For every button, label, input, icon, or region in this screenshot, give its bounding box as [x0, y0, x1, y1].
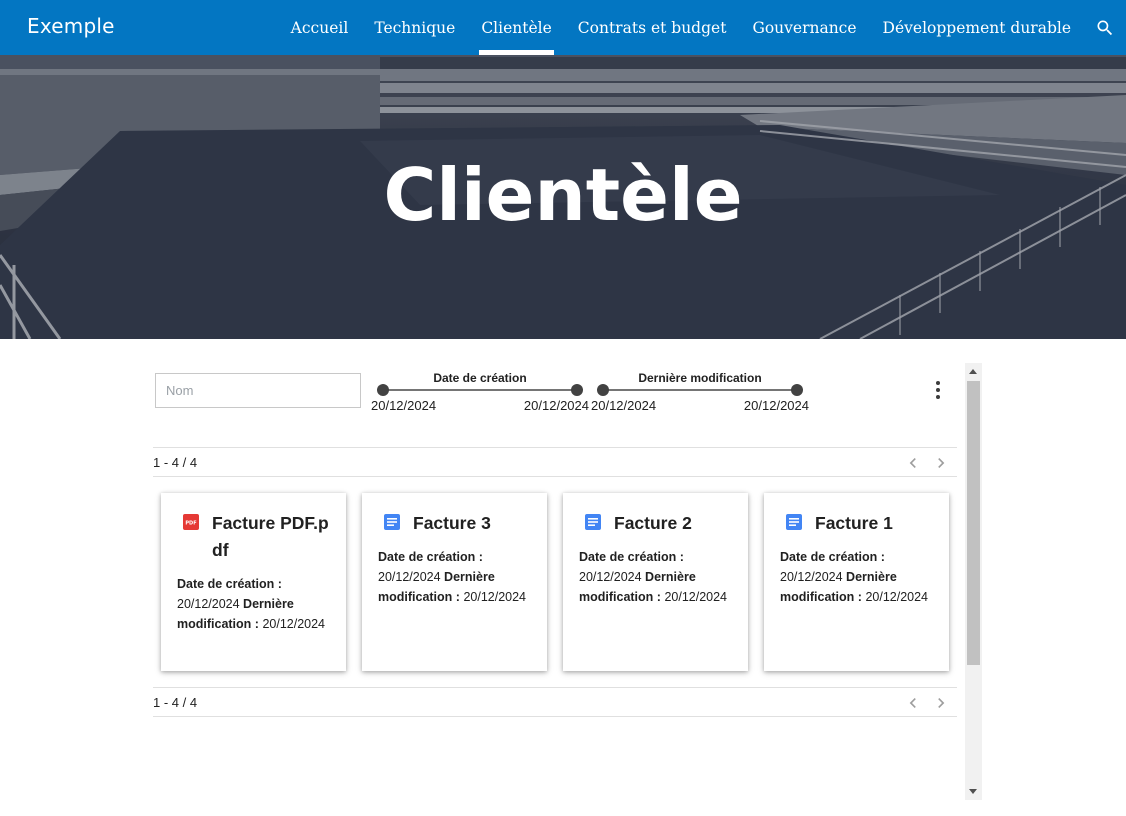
- modified-date: 20/12/2024: [463, 590, 526, 604]
- nav-item-accueil[interactable]: Accueil: [278, 0, 362, 55]
- doc-icon: [786, 514, 802, 530]
- file-title: Facture 1: [815, 513, 893, 533]
- nav-item-contrats-et-budget[interactable]: Contrats et budget: [565, 0, 740, 55]
- created-label: Date de création :: [378, 550, 483, 564]
- file-meta: Date de création : 20/12/2024 Dernière m…: [579, 547, 739, 607]
- site-title[interactable]: Exemple: [27, 14, 115, 38]
- search-icon: [1097, 20, 1113, 35]
- file-cabinet: Date de création 20/12/2024 20/12/2024 D…: [150, 363, 982, 800]
- kebab-dot: [936, 395, 940, 399]
- modified-date: 20/12/2024: [865, 590, 928, 604]
- modified-date-start-value: 20/12/2024: [591, 398, 657, 413]
- file-title: Facture 3: [413, 513, 491, 533]
- created-date: 20/12/2024: [177, 597, 240, 611]
- more-vert-icon[interactable]: [930, 378, 946, 402]
- kebab-dot: [936, 381, 940, 385]
- created-date: 20/12/2024: [378, 570, 441, 584]
- pagination-top: 1 - 4 / 4: [153, 447, 957, 477]
- page-title: Clientèle: [383, 153, 743, 237]
- file-meta: Date de création : 20/12/2024 Dernière m…: [780, 547, 940, 607]
- nav-item-clientele[interactable]: Clientèle: [468, 0, 564, 55]
- file-card[interactable]: Facture 2 Date de création : 20/12/2024 …: [563, 493, 748, 671]
- svg-text:PDF: PDF: [185, 521, 196, 527]
- nav-item-developpement-durable[interactable]: Développement durable: [870, 0, 1084, 55]
- modified-date: 20/12/2024: [262, 617, 325, 631]
- file-card[interactable]: PDF Facture PDF.pdf Date de création : 2…: [161, 493, 346, 671]
- modified-date-start-handle[interactable]: [597, 384, 609, 396]
- created-date: 20/12/2024: [579, 570, 642, 584]
- doc-icon: [384, 514, 400, 530]
- hero-banner: Clientèle: [0, 55, 1126, 339]
- modified-date-label: Dernière modification: [638, 371, 762, 385]
- file-meta: Date de création : 20/12/2024 Dernière m…: [177, 574, 337, 634]
- file-title: Facture 2: [614, 513, 692, 533]
- main-nav: Accueil Technique Clientèle Contrats et …: [278, 0, 1126, 55]
- modified-date-track: [603, 389, 797, 391]
- scroll-down-arrow-icon[interactable]: [969, 789, 977, 794]
- file-card[interactable]: Facture 3 Date de création : 20/12/2024 …: [362, 493, 547, 671]
- pagination-bottom: 1 - 4 / 4: [153, 687, 957, 717]
- creation-date-range: Date de création 20/12/2024 20/12/2024: [371, 370, 589, 420]
- file-meta: Date de création : 20/12/2024 Dernière m…: [378, 547, 538, 607]
- pagination-count: 1 - 4 / 4: [153, 455, 198, 470]
- creation-date-label: Date de création: [433, 371, 527, 385]
- created-date: 20/12/2024: [780, 570, 843, 584]
- created-label: Date de création :: [579, 550, 684, 564]
- modified-date: 20/12/2024: [664, 590, 727, 604]
- nav-item-technique[interactable]: Technique: [361, 0, 468, 55]
- creation-date-end-value: 20/12/2024: [523, 398, 589, 413]
- name-filter-input[interactable]: [155, 373, 361, 408]
- modified-date-end-value: 20/12/2024: [743, 398, 809, 413]
- chevron-right-icon[interactable]: [931, 453, 951, 473]
- created-label: Date de création :: [177, 577, 282, 591]
- kebab-dot: [936, 388, 940, 392]
- chevron-left-icon[interactable]: [903, 693, 923, 713]
- creation-date-track: [383, 389, 577, 391]
- nav-item-gouvernance[interactable]: Gouvernance: [739, 0, 869, 55]
- chevron-left-icon[interactable]: [903, 453, 923, 473]
- search-button[interactable]: [1084, 0, 1126, 55]
- file-card[interactable]: Facture 1 Date de création : 20/12/2024 …: [764, 493, 949, 671]
- modified-date-end-handle[interactable]: [791, 384, 803, 396]
- pdf-icon: PDF: [183, 514, 199, 530]
- doc-icon: [585, 514, 601, 530]
- creation-date-end-handle[interactable]: [571, 384, 583, 396]
- creation-date-start-value: 20/12/2024: [371, 398, 437, 413]
- modified-date-range: Dernière modification 20/12/2024 20/12/2…: [591, 370, 809, 420]
- scrollbar[interactable]: [965, 363, 982, 800]
- chevron-right-icon[interactable]: [931, 693, 951, 713]
- top-navigation-bar: Exemple Accueil Technique Clientèle Cont…: [0, 0, 1126, 55]
- pagination-count: 1 - 4 / 4: [153, 695, 198, 710]
- scrollbar-thumb[interactable]: [967, 381, 980, 665]
- creation-date-start-handle[interactable]: [377, 384, 389, 396]
- scroll-up-arrow-icon[interactable]: [969, 369, 977, 374]
- file-title: Facture PDF.pdf: [212, 513, 329, 560]
- created-label: Date de création :: [780, 550, 885, 564]
